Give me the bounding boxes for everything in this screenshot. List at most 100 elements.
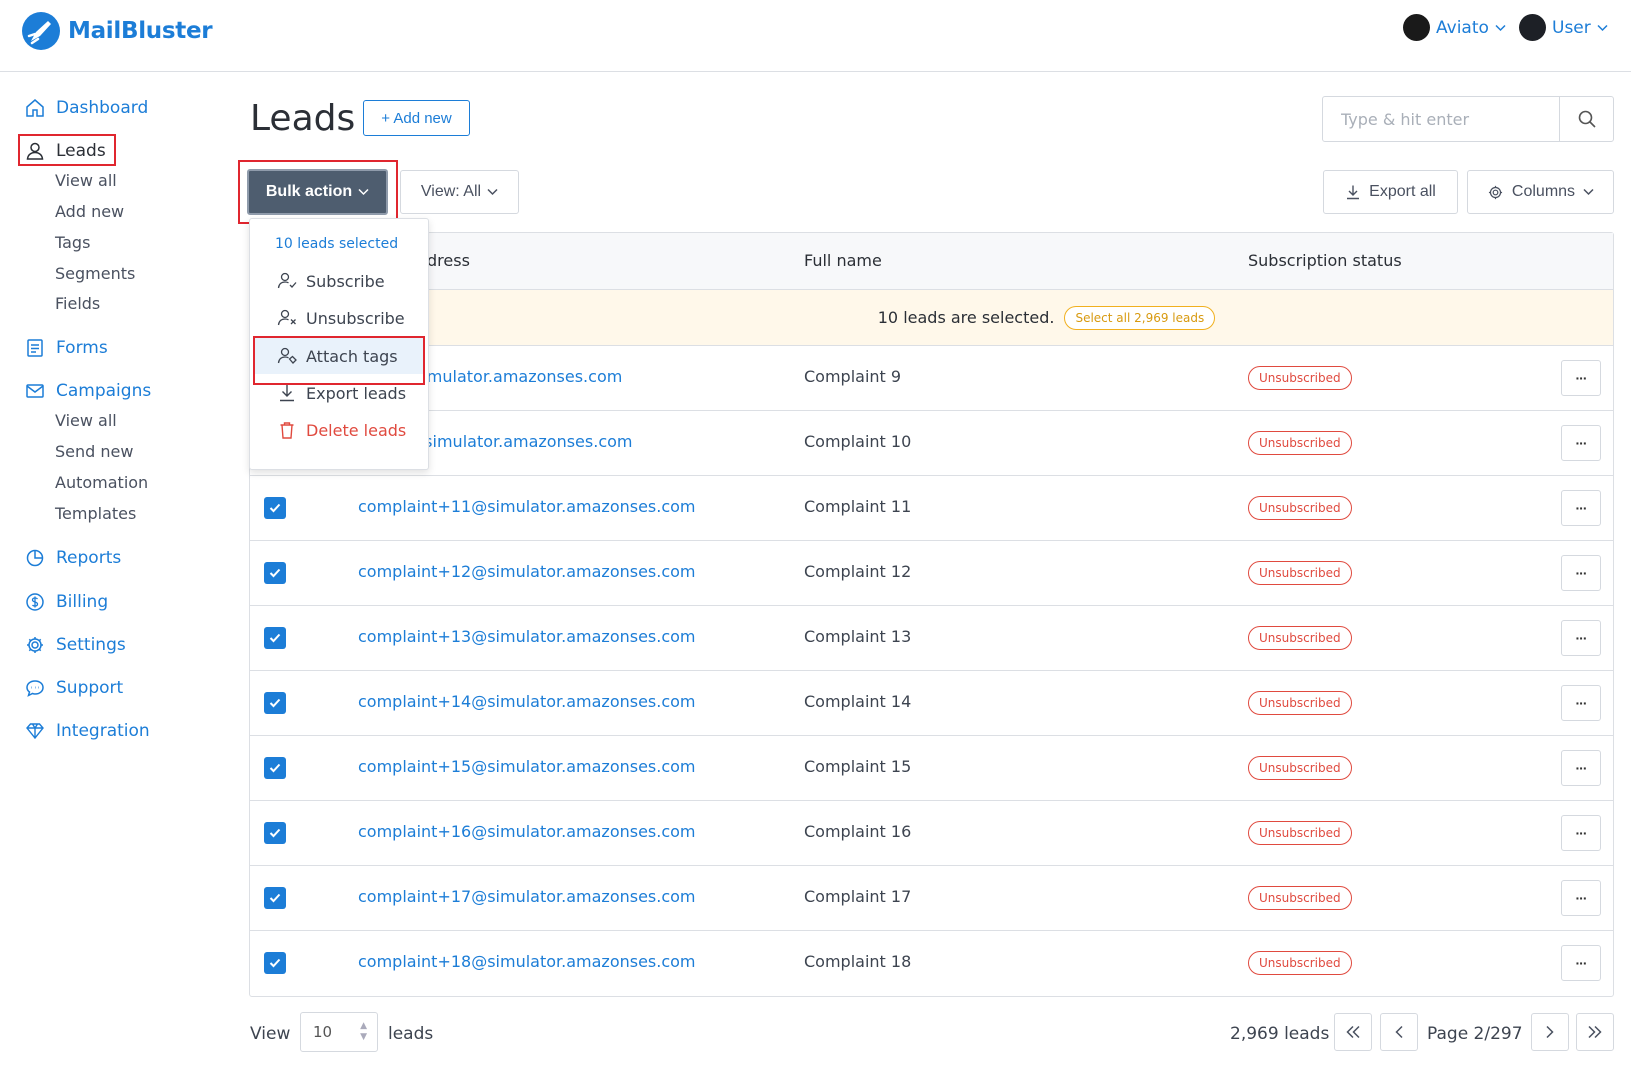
checkmark-icon	[269, 893, 281, 903]
row-actions-button[interactable]: ···	[1561, 490, 1601, 526]
per-page-suffix: leads	[388, 1024, 434, 1044]
chevron-left-icon	[1395, 1025, 1403, 1039]
column-header-full-name[interactable]: Full name	[804, 251, 882, 270]
nav-reports[interactable]: Reports	[24, 547, 121, 569]
nav-campaigns-label: Campaigns	[56, 381, 152, 401]
row-actions-button[interactable]: ···	[1561, 360, 1601, 396]
next-page-button[interactable]	[1531, 1013, 1569, 1051]
checkmark-icon	[269, 503, 281, 513]
lead-email-link[interactable]: complaint+15@simulator.amazonses.com	[358, 757, 696, 776]
row-actions-button[interactable]: ···	[1561, 620, 1601, 656]
checkmark-icon	[269, 568, 281, 578]
row-checkbox[interactable]	[264, 497, 286, 519]
per-page-value: 10	[313, 1023, 333, 1041]
nav-billing[interactable]: Billing	[24, 591, 108, 613]
brand-name: MailBluster	[68, 18, 213, 44]
lead-email-link[interactable]: complaint+16@simulator.amazonses.com	[358, 822, 696, 841]
row-actions-button[interactable]: ···	[1561, 945, 1601, 981]
nav-campaigns[interactable]: Campaigns	[24, 380, 151, 402]
nav-campaigns-view-all[interactable]: View all	[55, 411, 117, 430]
org-avatar	[1403, 14, 1430, 41]
gear-icon	[27, 637, 43, 653]
lead-email-link[interactable]: complaint+13@simulator.amazonses.com	[358, 627, 696, 646]
table-row: complaint+11@simulator.amazonses.com Comp…	[250, 476, 1613, 541]
row-checkbox[interactable]	[264, 887, 286, 909]
nav-dashboard[interactable]: Dashboard	[24, 97, 148, 119]
user-menu[interactable]: User	[1519, 14, 1608, 41]
nav-leads-add-new[interactable]: Add new	[55, 202, 124, 221]
nav-campaigns-automation[interactable]: Automation	[55, 473, 148, 492]
nav-leads-fields[interactable]: Fields	[55, 294, 100, 313]
search-icon	[1578, 110, 1596, 128]
lead-email-link[interactable]: complaint+18@simulator.amazonses.com	[358, 952, 696, 971]
row-checkbox[interactable]	[264, 822, 286, 844]
row-actions-button[interactable]: ···	[1561, 555, 1601, 591]
nav-leads[interactable]: Leads	[18, 134, 116, 166]
menu-item-subscribe[interactable]: Subscribe	[254, 263, 424, 299]
user-name: User	[1552, 17, 1591, 38]
menu-item-attach-tags[interactable]: Attach tags	[254, 338, 424, 374]
nav-forms[interactable]: Forms	[24, 337, 108, 359]
org-switcher[interactable]: Aviato	[1403, 14, 1506, 41]
chevron-down-icon	[1597, 24, 1608, 31]
previous-page-button[interactable]	[1380, 1013, 1418, 1051]
per-page-stepper[interactable]: 10 ▲ ▼	[300, 1012, 378, 1052]
last-page-button[interactable]	[1576, 1013, 1614, 1051]
table-row: nt+9@simulator.amazonses.com Complaint 9U…	[250, 346, 1613, 411]
chevron-down-icon	[487, 188, 498, 196]
menu-item-delete-leads[interactable]: Delete leads	[254, 412, 424, 448]
menu-item-export-leads[interactable]: Export leads	[254, 375, 424, 411]
export-all-button[interactable]: Export all	[1323, 170, 1458, 214]
menu-item-unsubscribe[interactable]: Unsubscribe	[254, 300, 424, 336]
row-checkbox[interactable]	[264, 757, 286, 779]
row-checkbox[interactable]	[264, 627, 286, 649]
column-header-subscription-status[interactable]: Subscription status	[1248, 251, 1402, 270]
columns-dropdown[interactable]: Columns	[1467, 170, 1614, 214]
row-actions-button[interactable]: ···	[1561, 750, 1601, 786]
nav-billing-label: Billing	[56, 592, 109, 612]
nav-campaigns-send-new[interactable]: Send new	[55, 442, 133, 461]
row-actions-button[interactable]: ···	[1561, 685, 1601, 721]
status-badge: Unsubscribed	[1248, 886, 1352, 910]
lead-full-name: Complaint 14	[804, 692, 912, 711]
nav-settings[interactable]: Settings	[24, 634, 126, 656]
row-checkbox[interactable]	[264, 952, 286, 974]
table-row: complaint+13@simulator.amazonses.com Comp…	[250, 606, 1613, 671]
nav-campaigns-templates[interactable]: Templates	[55, 504, 136, 523]
row-actions-button[interactable]: ···	[1561, 815, 1601, 851]
table-row: nt+10@simulator.amazonses.com Complaint 1…	[250, 411, 1613, 476]
lead-email-link[interactable]: complaint+11@simulator.amazonses.com	[358, 497, 696, 516]
download-icon	[1347, 185, 1360, 200]
page-indicator: Page 2/297	[1427, 1024, 1523, 1044]
row-checkbox[interactable]	[264, 562, 286, 584]
nav-support[interactable]: Support	[24, 677, 123, 699]
search-input[interactable]	[1323, 97, 1559, 141]
status-badge: Unsubscribed	[1248, 626, 1352, 650]
lead-email-link[interactable]: complaint+17@simulator.amazonses.com	[358, 887, 696, 906]
row-checkbox[interactable]	[264, 692, 286, 714]
status-badge: Unsubscribed	[1248, 691, 1352, 715]
checkmark-icon	[269, 698, 281, 708]
nav-leads-segments[interactable]: Segments	[55, 264, 135, 283]
search-button[interactable]	[1559, 97, 1613, 141]
first-page-button[interactable]	[1334, 1013, 1372, 1051]
ellipsis-icon: ···	[1575, 890, 1588, 906]
column-header-email[interactable]: dress	[427, 251, 470, 270]
lead-email-link[interactable]: complaint+14@simulator.amazonses.com	[358, 692, 696, 711]
select-all-leads-button[interactable]: Select all 2,969 leads	[1064, 305, 1216, 330]
nav-leads-view-all[interactable]: View all	[55, 171, 117, 190]
bulk-action-button[interactable]: Bulk action	[247, 169, 388, 215]
table-row: complaint+15@simulator.amazonses.com Comp…	[250, 736, 1613, 801]
view-filter-dropdown[interactable]: View: All	[400, 170, 519, 214]
nav-leads-tags[interactable]: Tags	[55, 233, 90, 252]
nav-integration[interactable]: Integration	[24, 720, 150, 742]
gear-icon	[1488, 185, 1502, 199]
add-new-button[interactable]: + Add new	[363, 100, 470, 136]
row-actions-button[interactable]: ···	[1561, 425, 1601, 461]
brand-logo[interactable]: MailBluster	[22, 12, 213, 50]
table-body: nt+9@simulator.amazonses.com Complaint 9U…	[250, 346, 1613, 996]
user-x-icon	[277, 309, 296, 326]
row-actions-button[interactable]: ···	[1561, 880, 1601, 916]
stepper-arrows-icon[interactable]: ▲ ▼	[360, 1021, 367, 1043]
lead-email-link[interactable]: complaint+12@simulator.amazonses.com	[358, 562, 696, 581]
